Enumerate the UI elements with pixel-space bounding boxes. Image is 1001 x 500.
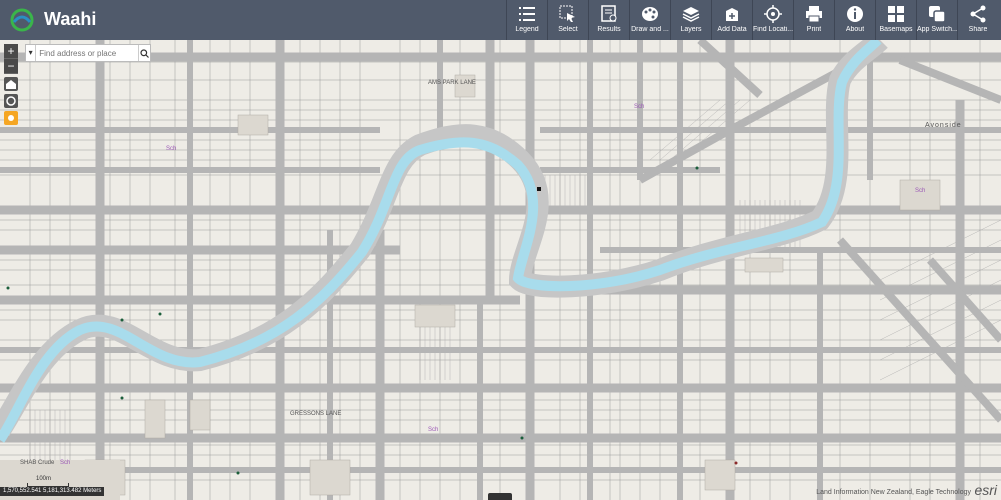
street-label-shab-crude: SHAB Crude <box>20 460 55 466</box>
basemap <box>0 40 1001 500</box>
find-location-icon <box>764 5 782 23</box>
attribution[interactable]: Land Information New Zealand, Eagle Tech… <box>816 489 971 496</box>
about-label: About <box>845 26 865 33</box>
zoom-controls: + − <box>4 44 18 74</box>
about-icon <box>847 6 863 22</box>
app-logo-icon <box>10 8 34 32</box>
app-header: Waahi Legend Select Results Draw and ...… <box>0 0 1001 40</box>
street-label-ams-park-lane: AMS PARK LANE <box>428 80 476 86</box>
search-input[interactable] <box>36 46 139 60</box>
results-label: Results <box>597 26 621 33</box>
layers-label: Layers <box>680 26 702 33</box>
search-source-dropdown[interactable]: ▾ <box>26 45 37 61</box>
draw-label: Draw and ... <box>631 26 669 33</box>
street-label-gressons-lane: GRESSONS LANE <box>290 411 342 417</box>
school-label-3: Sch <box>915 188 926 194</box>
school-label-5: Sch <box>60 460 71 466</box>
coordinate-readout: 1,570,552.541 5,181,313.482 Meters <box>0 487 105 496</box>
school-label-2: Sch <box>166 146 177 152</box>
add-data-label: Add Data <box>717 26 747 33</box>
toolbar: Legend Select Results Draw and ... Layer… <box>506 0 998 40</box>
basemaps-icon <box>888 6 904 22</box>
map-view[interactable]: AMS PARK LANE Avonside GRESSONS LANE SHA… <box>0 40 1001 500</box>
app-switcher-button[interactable]: App Switch... <box>916 0 957 40</box>
panel-toggle-button[interactable] <box>488 493 512 500</box>
location-pin-icon <box>8 115 14 121</box>
locate-icon <box>6 96 16 106</box>
add-data-icon <box>726 8 738 21</box>
select-icon <box>559 5 575 22</box>
my-location-button[interactable] <box>4 111 18 125</box>
find-location-button[interactable]: Find Locati... <box>752 0 793 40</box>
scale-bar-label: 100m <box>36 476 52 482</box>
basemaps-label: Basemaps <box>879 26 913 33</box>
home-button[interactable] <box>4 77 18 91</box>
share-button[interactable]: Share <box>957 0 998 40</box>
select-label: Select <box>558 26 578 33</box>
print-button[interactable]: Print <box>793 0 834 40</box>
select-button[interactable]: Select <box>547 0 588 40</box>
home-icon <box>6 80 16 89</box>
legend-button[interactable]: Legend <box>506 0 547 40</box>
draw-icon <box>642 7 658 21</box>
print-icon <box>806 6 822 23</box>
esri-logo: esri <box>974 482 997 498</box>
search-icon <box>140 48 150 58</box>
legend-icon <box>519 7 535 21</box>
search-widget: ▾ <box>25 44 151 62</box>
school-label-1: Sch <box>634 104 645 110</box>
suburb-label-avonside: Avonside <box>925 122 962 129</box>
legend-label: Legend <box>515 26 539 33</box>
layers-icon <box>682 7 700 22</box>
app-title: Waahi <box>44 9 97 29</box>
share-label: Share <box>968 26 988 33</box>
add-data-button[interactable]: Add Data <box>711 0 752 40</box>
search-button[interactable] <box>138 45 150 61</box>
results-button[interactable]: Results <box>588 0 629 40</box>
results-icon <box>601 5 617 22</box>
app-switcher-label: App Switch... <box>917 26 957 33</box>
share-icon <box>970 5 986 23</box>
about-button[interactable]: About <box>834 0 875 40</box>
locate-button[interactable] <box>4 94 18 108</box>
find-location-label: Find Locati... <box>753 26 793 33</box>
basemaps-button[interactable]: Basemaps <box>875 0 916 40</box>
zoom-out-button[interactable]: − <box>4 59 18 74</box>
layers-button[interactable]: Layers <box>670 0 711 40</box>
zoom-in-button[interactable]: + <box>4 44 18 59</box>
app-switcher-icon <box>929 6 946 23</box>
print-label: Print <box>806 26 822 33</box>
draw-button[interactable]: Draw and ... <box>629 0 670 40</box>
school-label-4: Sch <box>428 427 439 433</box>
